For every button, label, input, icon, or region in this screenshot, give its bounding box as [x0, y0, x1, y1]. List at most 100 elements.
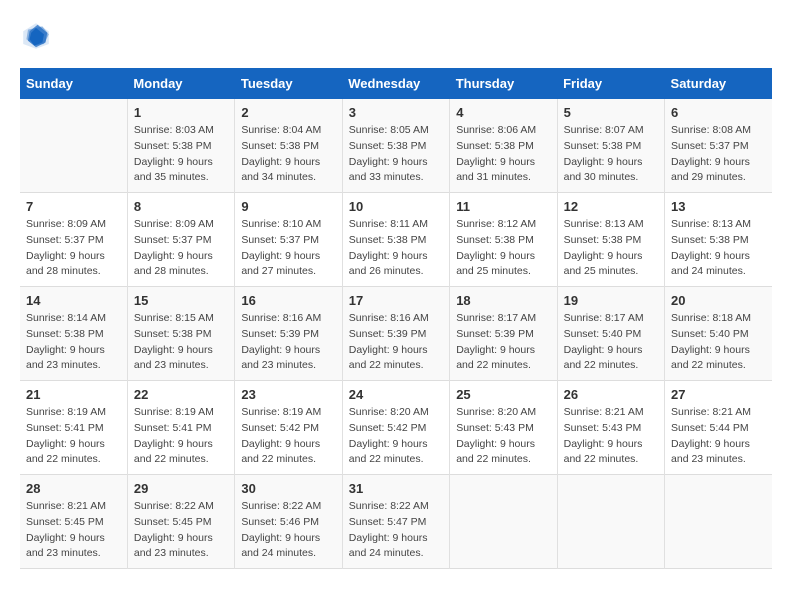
week-row-4: 21 Sunrise: 8:19 AM Sunset: 5:41 PM Dayli… — [20, 381, 772, 475]
calendar-cell: 14 Sunrise: 8:14 AM Sunset: 5:38 PM Dayli… — [20, 287, 127, 381]
calendar-cell — [20, 99, 127, 193]
day-number: 7 — [26, 199, 121, 214]
day-number: 15 — [134, 293, 228, 308]
day-number: 13 — [671, 199, 766, 214]
day-info: Sunrise: 8:10 AM Sunset: 5:37 PM Dayligh… — [241, 217, 335, 280]
calendar-body: 1 Sunrise: 8:03 AM Sunset: 5:38 PM Daylig… — [20, 99, 772, 569]
day-info: Sunrise: 8:16 AM Sunset: 5:39 PM Dayligh… — [241, 311, 335, 374]
calendar-cell: 9 Sunrise: 8:10 AM Sunset: 5:37 PM Daylig… — [235, 193, 342, 287]
day-number: 2 — [241, 105, 335, 120]
day-number: 29 — [134, 481, 228, 496]
day-number: 24 — [349, 387, 443, 402]
calendar-cell: 13 Sunrise: 8:13 AM Sunset: 5:38 PM Dayli… — [665, 193, 772, 287]
day-info: Sunrise: 8:07 AM Sunset: 5:38 PM Dayligh… — [564, 123, 658, 186]
day-number: 12 — [564, 199, 658, 214]
header-row: SundayMondayTuesdayWednesdayThursdayFrid… — [20, 68, 772, 99]
calendar-cell: 7 Sunrise: 8:09 AM Sunset: 5:37 PM Daylig… — [20, 193, 127, 287]
day-number: 28 — [26, 481, 121, 496]
calendar-cell: 18 Sunrise: 8:17 AM Sunset: 5:39 PM Dayli… — [450, 287, 557, 381]
day-info: Sunrise: 8:13 AM Sunset: 5:38 PM Dayligh… — [671, 217, 766, 280]
day-number: 21 — [26, 387, 121, 402]
day-number: 20 — [671, 293, 766, 308]
day-info: Sunrise: 8:15 AM Sunset: 5:38 PM Dayligh… — [134, 311, 228, 374]
day-info: Sunrise: 8:13 AM Sunset: 5:38 PM Dayligh… — [564, 217, 658, 280]
calendar-cell — [665, 475, 772, 569]
calendar-cell: 5 Sunrise: 8:07 AM Sunset: 5:38 PM Daylig… — [557, 99, 664, 193]
day-number: 16 — [241, 293, 335, 308]
calendar-cell: 3 Sunrise: 8:05 AM Sunset: 5:38 PM Daylig… — [342, 99, 449, 193]
day-number: 6 — [671, 105, 766, 120]
header-day-wednesday: Wednesday — [342, 68, 449, 99]
calendar-cell: 1 Sunrise: 8:03 AM Sunset: 5:38 PM Daylig… — [127, 99, 234, 193]
header-day-friday: Friday — [557, 68, 664, 99]
day-info: Sunrise: 8:22 AM Sunset: 5:47 PM Dayligh… — [349, 499, 443, 562]
day-info: Sunrise: 8:17 AM Sunset: 5:39 PM Dayligh… — [456, 311, 550, 374]
calendar-cell: 25 Sunrise: 8:20 AM Sunset: 5:43 PM Dayli… — [450, 381, 557, 475]
calendar-cell: 15 Sunrise: 8:15 AM Sunset: 5:38 PM Dayli… — [127, 287, 234, 381]
day-info: Sunrise: 8:11 AM Sunset: 5:38 PM Dayligh… — [349, 217, 443, 280]
day-number: 27 — [671, 387, 766, 402]
week-row-3: 14 Sunrise: 8:14 AM Sunset: 5:38 PM Dayli… — [20, 287, 772, 381]
day-info: Sunrise: 8:22 AM Sunset: 5:45 PM Dayligh… — [134, 499, 228, 562]
day-info: Sunrise: 8:20 AM Sunset: 5:43 PM Dayligh… — [456, 405, 550, 468]
day-number: 10 — [349, 199, 443, 214]
day-info: Sunrise: 8:17 AM Sunset: 5:40 PM Dayligh… — [564, 311, 658, 374]
day-info: Sunrise: 8:06 AM Sunset: 5:38 PM Dayligh… — [456, 123, 550, 186]
day-info: Sunrise: 8:08 AM Sunset: 5:37 PM Dayligh… — [671, 123, 766, 186]
day-info: Sunrise: 8:12 AM Sunset: 5:38 PM Dayligh… — [456, 217, 550, 280]
calendar-cell: 4 Sunrise: 8:06 AM Sunset: 5:38 PM Daylig… — [450, 99, 557, 193]
day-number: 19 — [564, 293, 658, 308]
calendar-cell — [450, 475, 557, 569]
day-number: 14 — [26, 293, 121, 308]
calendar-cell: 2 Sunrise: 8:04 AM Sunset: 5:38 PM Daylig… — [235, 99, 342, 193]
calendar-cell: 30 Sunrise: 8:22 AM Sunset: 5:46 PM Dayli… — [235, 475, 342, 569]
calendar-cell: 20 Sunrise: 8:18 AM Sunset: 5:40 PM Dayli… — [665, 287, 772, 381]
header-day-thursday: Thursday — [450, 68, 557, 99]
calendar-cell: 23 Sunrise: 8:19 AM Sunset: 5:42 PM Dayli… — [235, 381, 342, 475]
calendar-cell: 28 Sunrise: 8:21 AM Sunset: 5:45 PM Dayli… — [20, 475, 127, 569]
day-info: Sunrise: 8:09 AM Sunset: 5:37 PM Dayligh… — [26, 217, 121, 280]
day-number: 1 — [134, 105, 228, 120]
day-info: Sunrise: 8:19 AM Sunset: 5:42 PM Dayligh… — [241, 405, 335, 468]
day-info: Sunrise: 8:21 AM Sunset: 5:43 PM Dayligh… — [564, 405, 658, 468]
logo-icon — [20, 20, 52, 52]
calendar-cell: 21 Sunrise: 8:19 AM Sunset: 5:41 PM Dayli… — [20, 381, 127, 475]
header-day-sunday: Sunday — [20, 68, 127, 99]
header-day-tuesday: Tuesday — [235, 68, 342, 99]
day-number: 26 — [564, 387, 658, 402]
day-info: Sunrise: 8:19 AM Sunset: 5:41 PM Dayligh… — [26, 405, 121, 468]
day-number: 3 — [349, 105, 443, 120]
day-number: 25 — [456, 387, 550, 402]
day-info: Sunrise: 8:14 AM Sunset: 5:38 PM Dayligh… — [26, 311, 121, 374]
day-info: Sunrise: 8:20 AM Sunset: 5:42 PM Dayligh… — [349, 405, 443, 468]
day-number: 4 — [456, 105, 550, 120]
day-info: Sunrise: 8:21 AM Sunset: 5:45 PM Dayligh… — [26, 499, 121, 562]
day-number: 18 — [456, 293, 550, 308]
calendar-cell: 8Sunrise: 8:09 AM Sunset: 5:37 PM Daylig… — [127, 193, 234, 287]
page-header — [20, 20, 772, 52]
day-number: 17 — [349, 293, 443, 308]
logo — [20, 20, 56, 52]
calendar-cell — [557, 475, 664, 569]
header-day-monday: Monday — [127, 68, 234, 99]
day-info: Sunrise: 8:18 AM Sunset: 5:40 PM Dayligh… — [671, 311, 766, 374]
day-info: Sunrise: 8:03 AM Sunset: 5:38 PM Dayligh… — [134, 123, 228, 186]
day-info: Sunrise: 8:22 AM Sunset: 5:46 PM Dayligh… — [241, 499, 335, 562]
day-number: 22 — [134, 387, 228, 402]
header-day-saturday: Saturday — [665, 68, 772, 99]
day-info: Sunrise: 8:21 AM Sunset: 5:44 PM Dayligh… — [671, 405, 766, 468]
day-number: 30 — [241, 481, 335, 496]
day-number: 9 — [241, 199, 335, 214]
calendar-cell: 16 Sunrise: 8:16 AM Sunset: 5:39 PM Dayli… — [235, 287, 342, 381]
calendar-cell: 19 Sunrise: 8:17 AM Sunset: 5:40 PM Dayli… — [557, 287, 664, 381]
calendar-cell: 17Sunrise: 8:16 AM Sunset: 5:39 PM Dayli… — [342, 287, 449, 381]
day-number: 5 — [564, 105, 658, 120]
day-info: Sunrise: 8:05 AM Sunset: 5:38 PM Dayligh… — [349, 123, 443, 186]
calendar-cell: 12 Sunrise: 8:13 AM Sunset: 5:38 PM Dayli… — [557, 193, 664, 287]
calendar-cell: 22Sunrise: 8:19 AM Sunset: 5:41 PM Dayli… — [127, 381, 234, 475]
day-number: 23 — [241, 387, 335, 402]
day-info: Sunrise: 8:04 AM Sunset: 5:38 PM Dayligh… — [241, 123, 335, 186]
week-row-1: 1 Sunrise: 8:03 AM Sunset: 5:38 PM Daylig… — [20, 99, 772, 193]
calendar-cell: 6 Sunrise: 8:08 AM Sunset: 5:37 PM Daylig… — [665, 99, 772, 193]
calendar-cell: 11Sunrise: 8:12 AM Sunset: 5:38 PM Dayli… — [450, 193, 557, 287]
